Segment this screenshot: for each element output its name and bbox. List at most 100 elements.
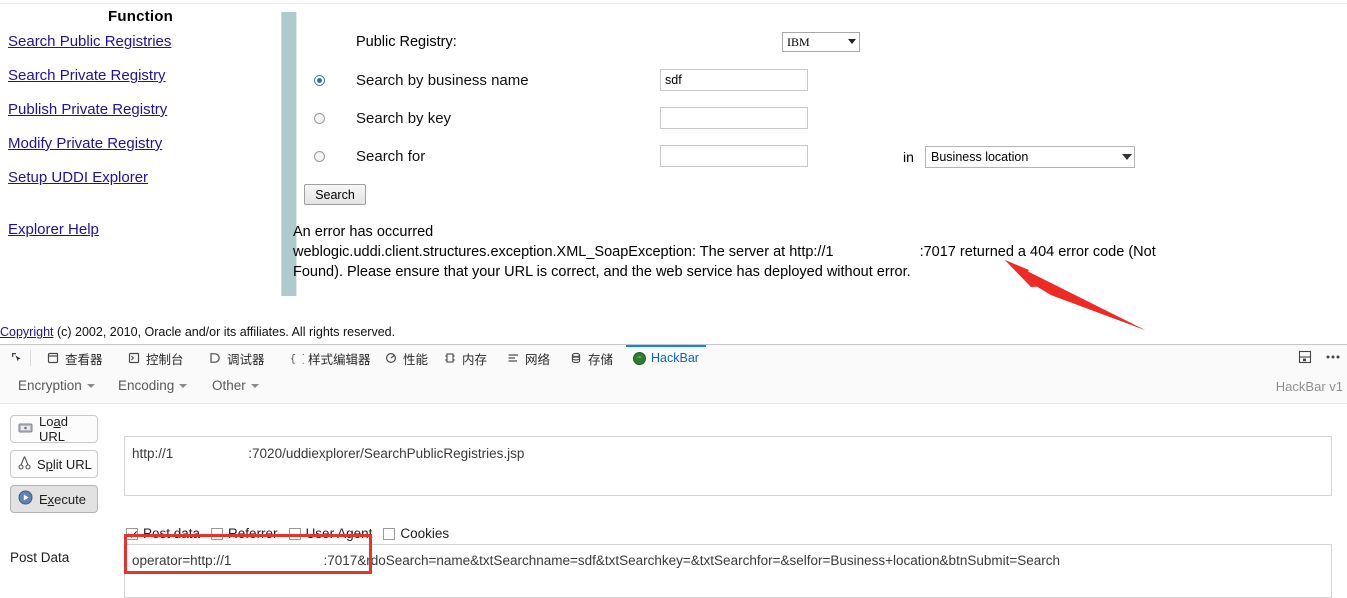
tab-memory[interactable]: 内存 xyxy=(437,345,494,371)
sidebar-item-explorer-help[interactable]: Explorer Help xyxy=(0,221,281,238)
radio-search-by-key[interactable] xyxy=(314,113,325,124)
devtools-panel: 查看器 控制台 调试器 { } 样式编辑器 性能 内存 网络 存储 xyxy=(0,344,1347,598)
uddi-explorer-page: Function Search Public Registries Search… xyxy=(0,0,1347,344)
execute-icon xyxy=(18,490,33,508)
post-data-suffix: :7017&rdoSearch=name&txtSearchname=sdf&t… xyxy=(323,553,1061,568)
sidebar-item-modify-private-registry[interactable]: Modify Private Registry xyxy=(0,135,281,152)
sidebar-item-publish-private-registry[interactable]: Publish Private Registry xyxy=(0,101,281,118)
sidebar-item-search-private-registry[interactable]: Search Private Registry xyxy=(0,67,281,84)
tab-performance[interactable]: 性能 xyxy=(378,345,435,371)
post-data-label: Post Data xyxy=(10,550,70,565)
tab-console[interactable]: 控制台 xyxy=(121,345,191,371)
tab-network[interactable]: 网络 xyxy=(500,345,557,371)
hackbar-menubar: Encryption Encoding Other HackBar v1 xyxy=(0,371,1347,404)
hackbar-version: HackBar v1 xyxy=(1275,379,1343,394)
memory-icon xyxy=(444,352,457,365)
search-scope-select[interactable]: Business location xyxy=(925,146,1135,168)
tab-inspector[interactable]: 查看器 xyxy=(40,345,110,371)
checkbox-post-data-box xyxy=(126,527,138,540)
checkbox-post-data-label: Post data xyxy=(143,526,201,541)
checkbox-user-agent[interactable]: User Agent xyxy=(288,526,373,541)
search-button[interactable]: Search xyxy=(304,184,366,205)
public-registry-label: Public Registry: xyxy=(356,34,457,50)
copyright-link[interactable]: Copyright xyxy=(0,325,54,339)
checkbox-referrer-box xyxy=(211,527,224,540)
svg-text:{ }: { } xyxy=(290,353,304,364)
error-line-3: Found). Please ensure that your URL is c… xyxy=(293,264,911,280)
checkbox-cookies[interactable]: Cookies xyxy=(383,526,449,541)
browser-chrome-edge xyxy=(0,0,1347,4)
error-line-2-suffix: :7017 returned a 404 error code (Not xyxy=(919,244,1156,260)
input-search-key[interactable] xyxy=(660,107,808,129)
devtools-tabbar: 查看器 控制台 调试器 { } 样式编辑器 性能 内存 网络 存储 xyxy=(0,345,1347,372)
checkbox-cookies-box xyxy=(383,527,396,540)
load-url-label: Load URL xyxy=(39,414,68,444)
post-data-prefix: operator=http://1 xyxy=(132,553,232,568)
devtools-toolbar-actions xyxy=(1298,345,1341,371)
more-options-icon[interactable] xyxy=(1325,350,1341,367)
url-textarea[interactable] xyxy=(124,436,1332,496)
console-icon xyxy=(128,352,141,365)
menu-encoding-label: Encoding xyxy=(118,378,175,393)
input-search-for[interactable] xyxy=(660,145,808,167)
checkbox-referrer-label: Referrer xyxy=(228,526,278,541)
tab-hackbar-label: HackBar xyxy=(651,351,699,365)
tab-style-editor[interactable]: { } 样式编辑器 xyxy=(283,345,378,371)
public-registry-select[interactable]: IBM xyxy=(782,32,860,52)
tab-memory-label: 内存 xyxy=(462,352,488,367)
performance-icon xyxy=(385,352,398,365)
checkbox-user-agent-label: User Agent xyxy=(305,526,373,541)
checkbox-cookies-label: Cookies xyxy=(400,526,450,541)
tab-performance-label: 性能 xyxy=(403,352,429,367)
chevron-down-icon xyxy=(86,384,95,388)
label-search-by-business-name: Search by business name xyxy=(356,72,529,89)
debugger-icon xyxy=(209,352,222,365)
tab-debugger-label: 调试器 xyxy=(227,352,265,367)
menu-other[interactable]: Other xyxy=(212,378,259,393)
execute-button[interactable]: Execute xyxy=(10,485,98,513)
panel-title: Function xyxy=(108,8,173,25)
tab-hackbar[interactable]: HackBar xyxy=(626,345,706,371)
radio-search-by-business-name[interactable] xyxy=(314,75,325,86)
load-url-button[interactable]: Load URL xyxy=(10,414,98,444)
menu-encryption[interactable]: Encryption xyxy=(18,378,95,393)
menu-encryption-label: Encryption xyxy=(18,378,82,393)
checkbox-referrer[interactable]: Referrer xyxy=(211,526,278,541)
post-data-textarea[interactable]: operator=http://1 :7017&rdoSearch=name&tx… xyxy=(124,544,1332,598)
menu-other-label: Other xyxy=(212,378,246,393)
checkbox-post-data[interactable]: Post data xyxy=(126,526,200,541)
network-icon xyxy=(507,352,520,365)
input-business-name[interactable] xyxy=(660,69,808,91)
split-url-button[interactable]: Split URL xyxy=(10,450,98,478)
chevron-down-icon xyxy=(250,384,259,388)
function-panel: Function Search Public Registries Search… xyxy=(0,8,281,255)
tab-console-label: 控制台 xyxy=(146,352,184,367)
copyright-text: (c) 2002, 2010, Oracle and/or its affili… xyxy=(53,325,396,339)
tab-debugger[interactable]: 调试器 xyxy=(202,345,272,371)
sidebar-item-search-public-registries[interactable]: Search Public Registries xyxy=(0,33,281,50)
error-message: An error has occurred weblogic.uddi.clie… xyxy=(293,222,1273,282)
in-label: in xyxy=(903,149,914,165)
radio-search-for[interactable] xyxy=(314,151,325,162)
split-url-label: Split URL xyxy=(37,456,92,472)
load-url-icon xyxy=(18,421,33,437)
label-search-for: Search for xyxy=(356,148,426,165)
hackbar-icon xyxy=(633,351,646,365)
checkbox-user-agent-box xyxy=(288,527,301,540)
sidebar-item-setup-uddi-explorer[interactable]: Setup UDDI Explorer xyxy=(0,169,281,186)
chevron-down-icon xyxy=(179,384,188,388)
menu-encoding[interactable]: Encoding xyxy=(118,378,188,393)
redacted-host xyxy=(231,553,324,566)
toolbar-separator xyxy=(30,350,31,366)
hackbar-panel: Encryption Encoding Other HackBar v1 Loa… xyxy=(0,371,1347,598)
dock-position-icon[interactable] xyxy=(1298,350,1312,367)
execute-label: Execute xyxy=(39,491,86,507)
error-line-2: weblogic.uddi.client.structures.exceptio… xyxy=(293,242,1273,262)
hackbar-options: Post data Referrer User Agent Cookies xyxy=(126,526,460,541)
tab-network-label: 网络 xyxy=(525,352,551,367)
inspector-icon xyxy=(47,352,60,365)
tab-storage[interactable]: 存储 xyxy=(563,345,620,371)
style-editor-icon: { } xyxy=(290,352,308,365)
element-picker-button[interactable] xyxy=(4,345,31,371)
storage-icon xyxy=(570,352,583,365)
